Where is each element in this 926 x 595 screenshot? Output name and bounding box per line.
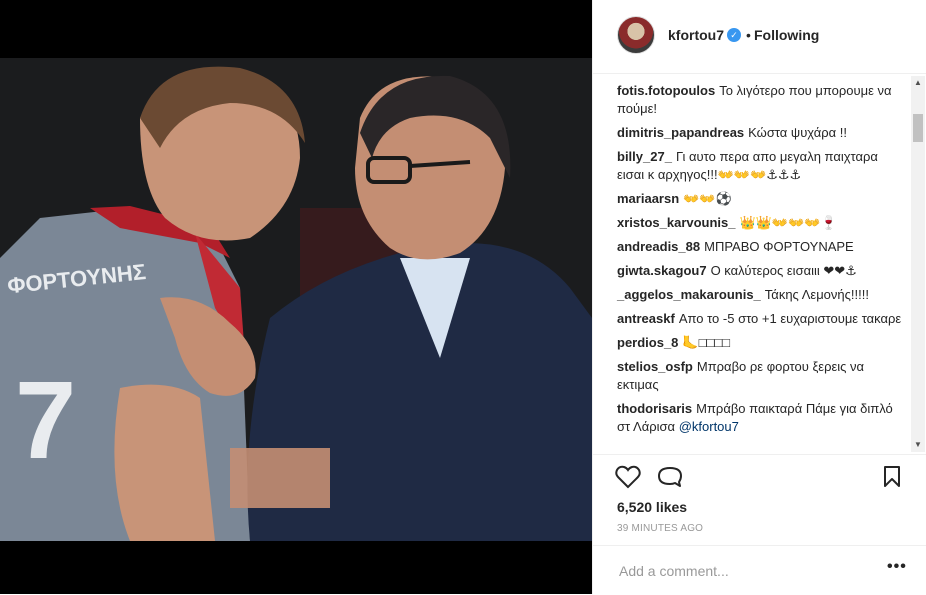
comment-username[interactable]: stelios_osfp [617,359,693,374]
post-photo[interactable]: 7 ΦΟΡΤΟΥΝΗΣ [0,58,592,541]
heart-icon[interactable] [615,465,641,489]
header-separator: • [746,27,751,43]
comment-text: 🦶□□□□ [682,335,731,350]
comment-username[interactable]: xristos_karvounis_ [617,215,736,230]
comment-username[interactable]: giwta.skagou7 [617,263,707,278]
photo-illustration: 7 ΦΟΡΤΟΥΝΗΣ [0,58,592,541]
likes-count[interactable]: 6,520 likes [617,499,687,515]
comment-icon[interactable] [657,465,683,489]
comment-text: Ο καλύτερος εισαιιι ❤❤⚓ [710,263,857,278]
comment-item: mariaarsn 👐👐⚽ [617,187,905,211]
comment-item: fotis.fotopoulos Το λιγότερο που μπορουμε… [617,74,905,121]
comment-username[interactable]: thodorisaris [617,401,692,416]
comment-item: antreaskf Απο το -5 στο +1 ευχαριστουμε τ… [617,307,905,331]
comment-text: Τάκης Λεμονής!!!!! [764,287,869,302]
post-timestamp[interactable]: 39 MINUTES AGO [617,523,703,534]
comment-text: 👑👑👐👐👐🍷 [739,215,837,230]
comment-item: xristos_karvounis_ 👑👑👐👐👐🍷 [617,211,905,235]
add-comment-input[interactable] [617,562,861,580]
comment-item: billy_27_ Γι αυτο περα απο μεγαλη παιχταρ… [617,145,905,187]
comment-username[interactable]: andreadis_88 [617,239,700,254]
comment-item: thodorisaris Μπράβο παικταρά Πάμε για διπ… [617,397,905,439]
add-comment-bar: ••• [593,545,926,595]
comment-username[interactable]: perdios_8 [617,335,678,350]
comment-item: stelios_osfp Μπραβο ρε φορτου ξερεις να ε… [617,355,905,397]
jersey-number: 7 [15,359,76,482]
comment-username[interactable]: antreaskf [617,311,675,326]
post-media-pane: 7 ΦΟΡΤΟΥΝΗΣ [0,0,592,594]
comment-item: _aggelos_makarounis_ Τάκης Λεμονής!!!!! [617,283,905,307]
scroll-down-icon[interactable]: ▼ [911,438,925,452]
comment-item: perdios_8 🦶□□□□ [617,331,905,355]
scrollbar-thumb[interactable] [913,114,923,142]
comment-username[interactable]: dimitris_papandreas [617,125,744,140]
post-username[interactable]: kfortou7 [668,27,724,43]
comment-text: Απο το -5 στο +1 ευχαριστουμε τακαρε [678,311,902,326]
comment-text: Κώστα ψυχάρα !! [748,125,848,140]
post-side-panel: kfortou7 ✓ • Following fotis.fotopoulos Τ… [592,0,926,594]
comment-item: giwta.skagou7 Ο καλύτερος εισαιιι ❤❤⚓ [617,259,905,283]
post-header: kfortou7 ✓ • Following [593,0,926,74]
comment-mention[interactable]: @kfortou7 [679,419,739,434]
comment-username[interactable]: billy_27_ [617,149,672,164]
bookmark-icon[interactable] [881,465,903,489]
comment-username[interactable]: fotis.fotopoulos [617,83,715,98]
comment-item: andreadis_88 ΜΠΡΑΒΟ ΦΟΡΤΟΥΝΑΡΕ [617,235,905,259]
scroll-up-icon[interactable]: ▲ [911,76,925,90]
verified-badge-icon: ✓ [727,28,741,42]
avatar[interactable] [617,16,655,54]
comments-scrollbar[interactable]: ▲ ▼ [911,76,925,452]
post-actions: 6,520 likes 39 MINUTES AGO ••• [593,454,926,594]
comment-username[interactable]: mariaarsn [617,191,679,206]
following-button[interactable]: Following [754,27,819,43]
more-options-button[interactable]: ••• [887,558,907,576]
comment-text: 👐👐⚽ [683,191,732,206]
comments-list[interactable]: fotis.fotopoulos Το λιγότερο που μπορουμε… [593,74,926,454]
comment-username[interactable]: _aggelos_makarounis_ [617,287,761,302]
comment-item: dimitris_papandreas Κώστα ψυχάρα !! [617,121,905,145]
comment-text: ΜΠΡΑΒΟ ΦΟΡΤΟΥΝΑΡΕ [704,239,854,254]
